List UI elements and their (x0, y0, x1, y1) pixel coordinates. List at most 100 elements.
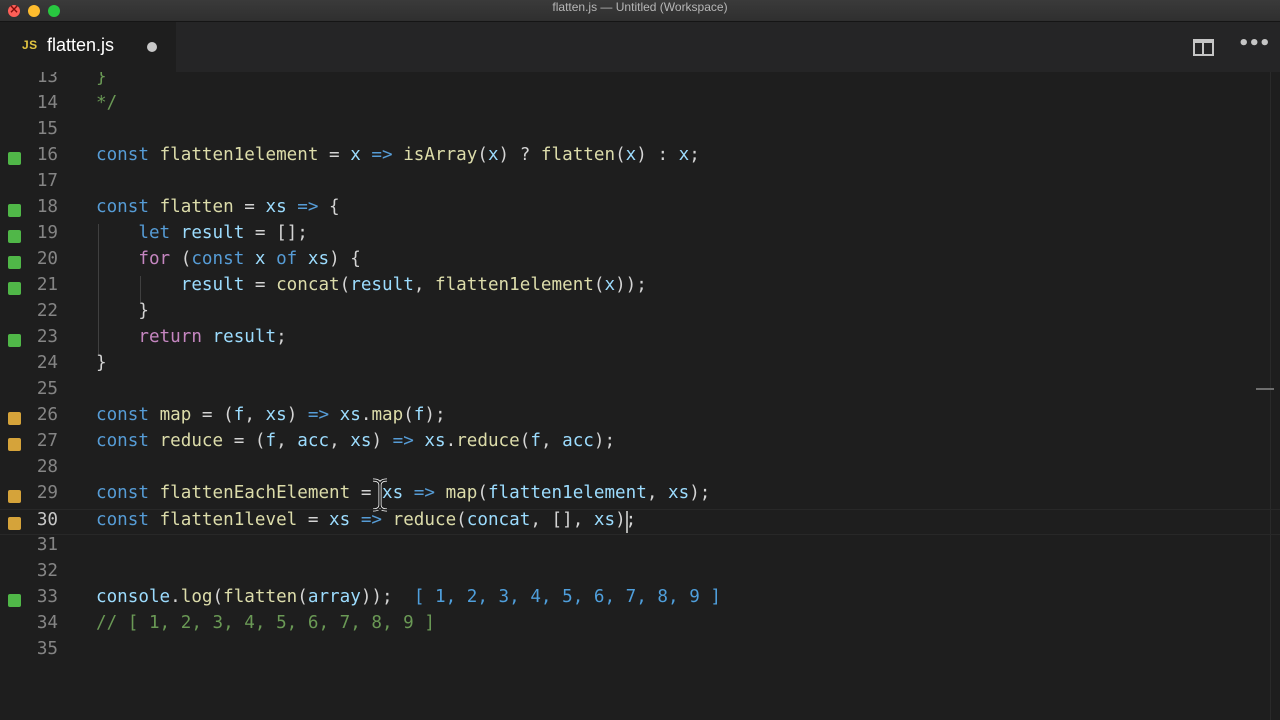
code-text: } (96, 301, 149, 327)
code-token: )); (615, 275, 647, 295)
code-token: xs (424, 431, 446, 451)
code-line[interactable]: 34 // [ 1, 2, 3, 4, 5, 6, 7, 8, 9 ] (0, 613, 1280, 639)
code-line[interactable]: 21 result = concat(result, flatten1eleme… (0, 275, 1280, 301)
code-text: const map = (f, xs) => xs.map(f); (96, 405, 446, 431)
code-token: return (138, 327, 202, 347)
code-line[interactable]: 35 (0, 639, 1280, 665)
code-line[interactable]: 24} (0, 353, 1280, 379)
line-number: 21 (36, 275, 58, 295)
code-token: ( (339, 275, 351, 295)
code-token: xs (593, 510, 616, 530)
code-line[interactable]: 14 */ (0, 93, 1280, 119)
code-token: flattenEachElement (159, 483, 351, 503)
code-token: xs (668, 483, 690, 503)
code-token: xs (329, 510, 351, 530)
code-token: console (96, 587, 171, 607)
code-line[interactable]: 26 const map = (f, xs) => xs.map(f); (0, 405, 1280, 431)
line-number: 29 (36, 483, 58, 503)
code-token: { (318, 197, 340, 217)
unsaved-dot-icon[interactable] (147, 42, 157, 52)
line-number: 26 (36, 405, 58, 425)
code-line[interactable]: 29 const flattenEachElement = xs => map(f… (0, 483, 1280, 509)
code-text: for (const x of xs) { (96, 249, 361, 275)
code-token: , [], (530, 510, 594, 530)
code-token: ( (456, 510, 467, 530)
code-token: result (180, 223, 245, 243)
code-line[interactable]: 18 const flatten = xs => { (0, 197, 1280, 223)
code-token: ; (276, 327, 287, 347)
code-token: flatten1level (159, 510, 298, 530)
code-token: isArray (403, 145, 478, 165)
code-token: , (646, 483, 669, 503)
code-token: xs (339, 405, 361, 425)
code-token: ( (403, 405, 414, 425)
code-token: concat (466, 510, 531, 530)
code-token: const (96, 510, 149, 530)
code-token: ) { (329, 249, 361, 269)
code-token: reduce (159, 431, 224, 451)
code-editor[interactable]: 13} 14 */15 16 const flatten1element = x => … (0, 72, 1280, 720)
code-token: of (276, 249, 298, 269)
code-token: f (233, 405, 245, 425)
code-line[interactable]: 16 const flatten1element = x => isArray(x… (0, 145, 1280, 171)
code-token: f (265, 431, 277, 451)
code-token: ) (286, 405, 308, 425)
code-line[interactable]: 32 (0, 561, 1280, 587)
code-line[interactable]: 15 (0, 119, 1280, 145)
code-line[interactable]: 19 let result = []; (0, 223, 1280, 249)
code-token: => (307, 405, 330, 425)
line-number: 24 (36, 353, 58, 373)
code-line[interactable]: 27 const reduce = (f, acc, xs) => xs.redu… (0, 431, 1280, 457)
code-token: f (530, 431, 541, 451)
more-actions-icon[interactable]: ••• (1238, 35, 1271, 56)
code-token: = (297, 510, 330, 530)
code-token: , (413, 275, 435, 295)
code-token: xs (265, 405, 287, 425)
code-token: ); (593, 431, 616, 451)
code-token: = (233, 197, 266, 217)
code-token: ( (615, 145, 626, 165)
code-token: => (297, 197, 319, 217)
code-line[interactable]: 17 (0, 171, 1280, 197)
code-token: const (96, 405, 149, 425)
code-token: [ 1, 2, 3, 4, 5, 6, 7, 8, 9 ] (413, 587, 721, 607)
code-token: flatten1element (487, 483, 647, 503)
code-line[interactable]: 22 } (0, 301, 1280, 327)
split-editor-icon[interactable] (1193, 39, 1214, 56)
code-line[interactable]: 25 (0, 379, 1280, 405)
line-number: 13 (36, 72, 58, 87)
tab-flatten-js[interactable]: JS flatten.js (0, 22, 176, 72)
code-token: } (96, 353, 107, 373)
line-number: 20 (36, 249, 58, 269)
code-line[interactable]: 28 (0, 457, 1280, 483)
code-line[interactable]: 13} (0, 72, 1280, 93)
code-line[interactable]: 31 (0, 535, 1280, 561)
code-line[interactable]: 23 return result; (0, 327, 1280, 353)
line-number: 31 (36, 535, 58, 555)
code-token: xs (307, 249, 330, 269)
code-token: ); (689, 483, 711, 503)
code-line[interactable]: 30 const flatten1level = xs => reduce(con… (0, 509, 1280, 535)
code-line[interactable]: 20 for (const x of xs) { (0, 249, 1280, 275)
line-number: 15 (36, 119, 58, 139)
code-line[interactable]: 33 console.log(flatten(array)); [ 1, 2, 3… (0, 587, 1280, 613)
line-number: 35 (36, 639, 58, 659)
